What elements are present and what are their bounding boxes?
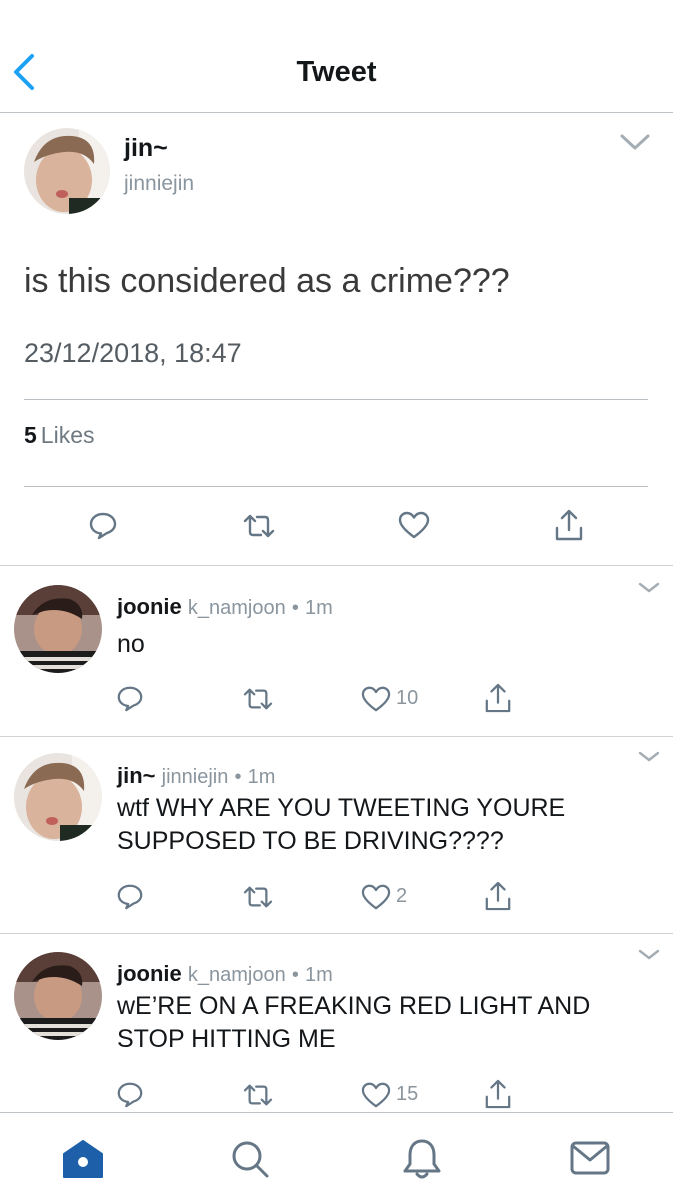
home-icon[interactable]	[62, 1139, 104, 1179]
retweet-icon[interactable]	[242, 686, 274, 712]
reply-text: no	[117, 630, 145, 658]
chevron-down-icon[interactable]	[637, 948, 661, 962]
like-icon[interactable]	[361, 685, 391, 713]
author-name[interactable]: jin~	[124, 134, 168, 163]
retweet-icon[interactable]	[242, 1082, 274, 1108]
reply-header: joonie k_namjoon • 1m	[117, 961, 333, 987]
tab-bar	[0, 1112, 673, 1201]
like-count: 10	[396, 687, 419, 709]
header-bar: Tweet	[0, 0, 673, 113]
like-icon[interactable]	[361, 1081, 391, 1109]
meta-separator: •	[291, 964, 299, 986]
share-icon[interactable]	[484, 880, 512, 912]
like-icon[interactable]	[398, 510, 430, 540]
reply-icon[interactable]	[116, 684, 144, 712]
reply-author-name[interactable]: jin~	[117, 763, 156, 788]
reply-time: 1m	[305, 597, 333, 619]
likes-count: 5	[24, 422, 37, 448]
page-title: Tweet	[296, 56, 377, 88]
notifications-icon[interactable]	[402, 1137, 442, 1181]
search-icon[interactable]	[230, 1139, 270, 1179]
reply-icon[interactable]	[88, 510, 118, 540]
reply-time: 1m	[247, 766, 276, 788]
separator	[0, 736, 673, 737]
avatar[interactable]	[14, 952, 102, 1040]
like-icon[interactable]	[361, 883, 391, 911]
author-handle[interactable]: jinniejin	[124, 172, 194, 196]
avatar[interactable]	[14, 585, 102, 673]
chevron-down-icon[interactable]	[637, 581, 661, 595]
separator	[0, 933, 673, 934]
reply-text: wtf WHY ARE YOU TWEETING YOURE SUPPOSED …	[117, 794, 566, 855]
share-icon[interactable]	[554, 508, 584, 542]
reply-author-name[interactable]: joonie	[117, 961, 182, 986]
tweet-text: is this considered as a crime???	[24, 262, 510, 300]
reply-author-handle[interactable]: jinniejin	[162, 766, 229, 788]
reply-icon[interactable]	[116, 882, 144, 910]
reply-text: wE’RE ON A FREAKING RED LIGHT AND STOP H…	[117, 992, 591, 1053]
likes-label: Likes	[40, 422, 95, 448]
likes-summary[interactable]: 5 Likes	[24, 422, 95, 449]
reply-icon[interactable]	[116, 1080, 144, 1108]
retweet-icon[interactable]	[242, 512, 276, 540]
reply-author-handle[interactable]: k_namjoon	[188, 597, 286, 619]
retweet-icon[interactable]	[242, 884, 274, 910]
divider	[24, 486, 648, 487]
like-count: 2	[396, 885, 408, 907]
chevron-down-icon[interactable]	[637, 750, 661, 764]
meta-separator: •	[291, 597, 299, 619]
reply-header: joonie k_namjoon • 1m	[117, 594, 333, 620]
avatar[interactable]	[24, 128, 110, 214]
reply-author-name[interactable]: joonie	[117, 594, 182, 619]
share-icon[interactable]	[484, 1078, 512, 1110]
messages-icon[interactable]	[570, 1141, 610, 1175]
share-icon[interactable]	[484, 682, 512, 714]
tweet-timestamp: 23/12/2018, 18:47	[24, 338, 242, 368]
separator	[0, 565, 673, 566]
divider	[24, 399, 648, 400]
avatar[interactable]	[14, 753, 102, 841]
chevron-down-icon[interactable]	[618, 130, 652, 154]
like-count: 15	[396, 1083, 419, 1105]
reply-time: 1m	[305, 964, 333, 986]
reply-header: jin~ jinniejin • 1m	[117, 763, 275, 789]
meta-separator: •	[234, 766, 242, 788]
reply-author-handle[interactable]: k_namjoon	[188, 964, 286, 986]
